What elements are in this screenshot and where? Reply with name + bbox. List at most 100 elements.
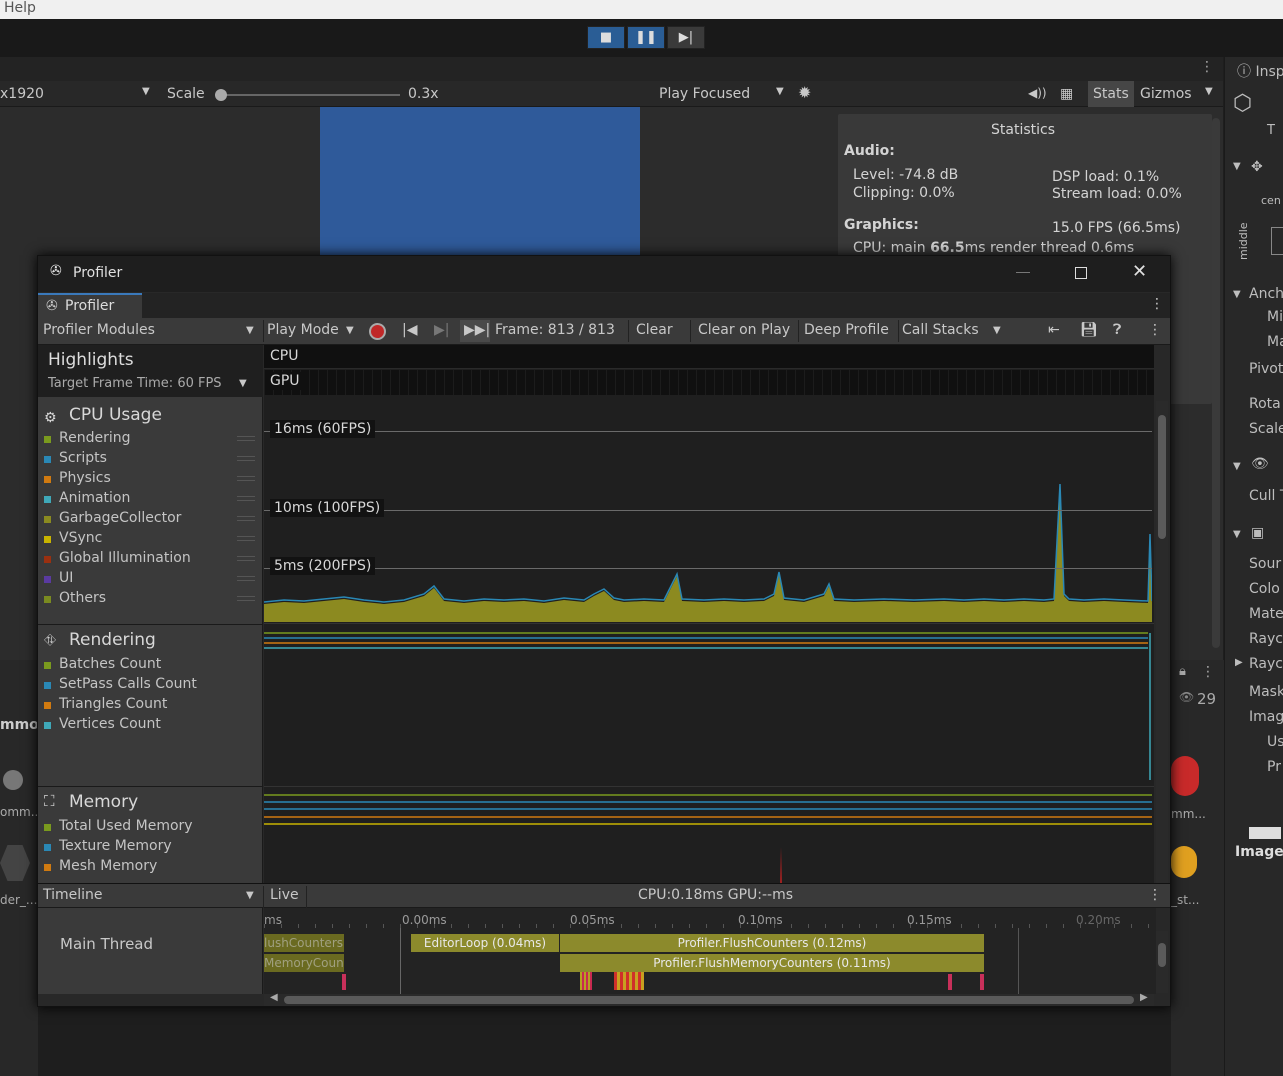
close-icon[interactable]: ✕ [1132, 261, 1147, 282]
drag-handle-icon[interactable] [237, 516, 255, 521]
chevron-down-icon[interactable]: ▼ [993, 325, 1001, 336]
more-icon[interactable]: ⋮ [1148, 322, 1162, 338]
more-icon[interactable]: ⋮ [1200, 59, 1214, 75]
cpu-item[interactable]: Animation [38, 490, 263, 510]
cpu-item[interactable]: Physics [38, 470, 263, 490]
cpu-usage-module[interactable]: ⚙ CPU Usage Rendering Scripts Physics Anima… [38, 398, 263, 623]
hexagon-icon[interactable] [0, 845, 30, 881]
cpu-item[interactable]: Rendering [38, 430, 263, 450]
drag-handle-icon[interactable] [237, 536, 255, 541]
profiler-graphs[interactable]: CPU GPU 16ms (60FPS) 10ms (100FPS) 5ms (… [264, 345, 1154, 883]
deep-profile-button[interactable]: Deep Profile [804, 322, 889, 338]
chevron-down-icon[interactable]: ▼ [239, 378, 247, 389]
timeline-sample[interactable]: MemoryCoun [264, 954, 344, 972]
expand-icon[interactable]: ▼ [1233, 461, 1241, 472]
cpu-item[interactable]: GarbageCollector [38, 510, 263, 530]
anchor-preset-button[interactable] [1271, 227, 1283, 255]
cpu-item[interactable]: Scripts [38, 450, 263, 470]
asset-thumb-red[interactable] [1171, 756, 1199, 796]
profiler-titlebar[interactable]: ✇ Profiler ✕ [38, 256, 1170, 292]
rend-item[interactable]: Triangles Count [38, 696, 263, 716]
scroll-right-icon[interactable]: ▶ [1140, 992, 1148, 1003]
asset-thumb-gold[interactable] [1171, 846, 1197, 878]
timeline-sample-flushcounters[interactable]: Profiler.FlushCounters (0.12ms) [560, 934, 984, 952]
help-icon[interactable]: ❓︎ [1113, 322, 1121, 338]
drag-handle-icon[interactable] [237, 596, 255, 601]
timeline-sample-flushmemorycounters[interactable]: Profiler.FlushMemoryCounters (0.11ms) [560, 954, 984, 972]
clear-button[interactable]: Clear [636, 322, 673, 338]
chevron-down-icon[interactable]: ▼ [246, 890, 254, 901]
scroll-left-icon[interactable]: ◀ [270, 992, 278, 1003]
graphs-scrollbar[interactable] [1156, 401, 1168, 883]
chevron-down-icon[interactable]: ▼ [246, 325, 254, 336]
play-mode-dropdown[interactable]: Play Mode [267, 322, 339, 338]
chevron-down-icon[interactable]: ▼ [346, 325, 354, 336]
expand-icon[interactable]: ▼ [1233, 289, 1241, 300]
scale-slider[interactable] [220, 94, 400, 96]
rend-item[interactable]: Batches Count [38, 656, 263, 676]
more-icon[interactable]: ⋮ [1150, 296, 1164, 312]
timeline-scroll-thumb[interactable] [284, 996, 1134, 1004]
drag-handle-icon[interactable] [237, 456, 255, 461]
timeline-sample[interactable]: lushCounters [264, 934, 344, 952]
drag-handle-icon[interactable] [237, 496, 255, 501]
memory-module[interactable]: ⛶ Memory Total Used Memory Texture Memory… [38, 787, 263, 883]
cpu-item[interactable]: UI [38, 570, 263, 590]
drag-handle-icon[interactable] [237, 556, 255, 561]
rend-item[interactable]: SetPass Calls Count [38, 676, 263, 696]
drag-handle-icon[interactable] [237, 576, 255, 581]
highlights-module[interactable]: Highlights Target Frame Time: 60 FPS ▼ [38, 345, 263, 397]
maximize-icon[interactable] [1075, 267, 1087, 279]
gizmos-button[interactable]: Gizmos [1140, 86, 1192, 102]
menu-help[interactable]: Help [4, 0, 36, 16]
main-thread-label[interactable]: Main Thread [60, 935, 153, 953]
target-frame-dropdown[interactable]: Target Frame Time: 60 FPS [48, 376, 222, 391]
cpu-item[interactable]: VSync [38, 530, 263, 550]
timeline-scrollbar-v[interactable] [1156, 931, 1168, 993]
cpu-item[interactable]: Global Illumination [38, 550, 263, 570]
audio-mute-icon[interactable]: ◀)) [1028, 86, 1047, 100]
more-icon[interactable]: ⋮ [1148, 887, 1162, 903]
chevron-down-icon[interactable]: ▼ [142, 86, 150, 97]
drag-handle-icon[interactable] [237, 436, 255, 441]
rendering-module[interactable]: ⛗ Rendering Batches Count SetPass Calls C… [38, 625, 263, 785]
mem-item[interactable]: Mesh Memory [38, 858, 263, 878]
profiler-modules-dropdown[interactable]: Profiler Modules [43, 322, 155, 338]
graphs-scroll-thumb[interactable] [1158, 415, 1166, 539]
step-button[interactable]: ▶| [667, 26, 705, 49]
mem-item[interactable]: Total Used Memory [38, 818, 263, 838]
first-frame-icon[interactable]: |◀ [402, 322, 417, 338]
clear-on-play-button[interactable]: Clear on Play [698, 322, 790, 338]
chevron-down-icon[interactable]: ▼ [1205, 86, 1213, 97]
rend-item[interactable]: Vertices Count [38, 716, 263, 736]
more-icon[interactable]: ⋮ [1201, 664, 1215, 680]
current-frame-icon[interactable]: ▶▶| [464, 322, 490, 338]
expand-icon[interactable]: ▶ [1235, 657, 1243, 668]
pause-button[interactable]: ❚❚ [627, 26, 665, 49]
resolution-dropdown[interactable]: x1920 [0, 86, 44, 102]
stop-button[interactable]: ■ [587, 26, 625, 49]
expand-icon[interactable]: ▼ [1233, 161, 1241, 172]
cpu-item[interactable]: Others [38, 590, 263, 610]
next-frame-icon[interactable]: ▶| [434, 322, 449, 338]
timeline-sample-editorloop[interactable]: EditorLoop (0.04ms) [411, 934, 559, 952]
expand-icon[interactable]: ▼ [1233, 529, 1241, 540]
game-scrollbar[interactable] [1212, 118, 1220, 648]
timeline-child-samples[interactable] [580, 972, 592, 990]
timeline-area[interactable]: ms 0.00ms 0.05ms 0.10ms 0.15ms 0.20ms lu… [264, 908, 1156, 994]
load-icon[interactable]: ⇤ [1048, 322, 1060, 338]
grid-icon[interactable]: ▦ [1060, 86, 1073, 102]
bug-icon[interactable]: ✹ [798, 83, 811, 102]
save-icon[interactable]: 💾︎ [1080, 322, 1098, 338]
stats-button[interactable]: Stats [1093, 86, 1129, 102]
call-stacks-button[interactable]: Call Stacks [902, 322, 979, 338]
tab-profiler[interactable]: ✇ Profiler [38, 293, 142, 318]
lock-icon[interactable]: 🔒︎ [1179, 664, 1186, 679]
play-focused-dropdown[interactable]: Play Focused [659, 86, 750, 102]
scale-slider-handle[interactable] [215, 89, 227, 101]
timeline-scrollbar-h[interactable]: ◀ ▶ [264, 992, 1154, 1006]
timeline-child-samples[interactable] [614, 972, 644, 990]
minimize-icon[interactable] [1016, 272, 1030, 273]
record-button[interactable] [369, 323, 386, 340]
asset-thumb[interactable] [3, 770, 23, 790]
